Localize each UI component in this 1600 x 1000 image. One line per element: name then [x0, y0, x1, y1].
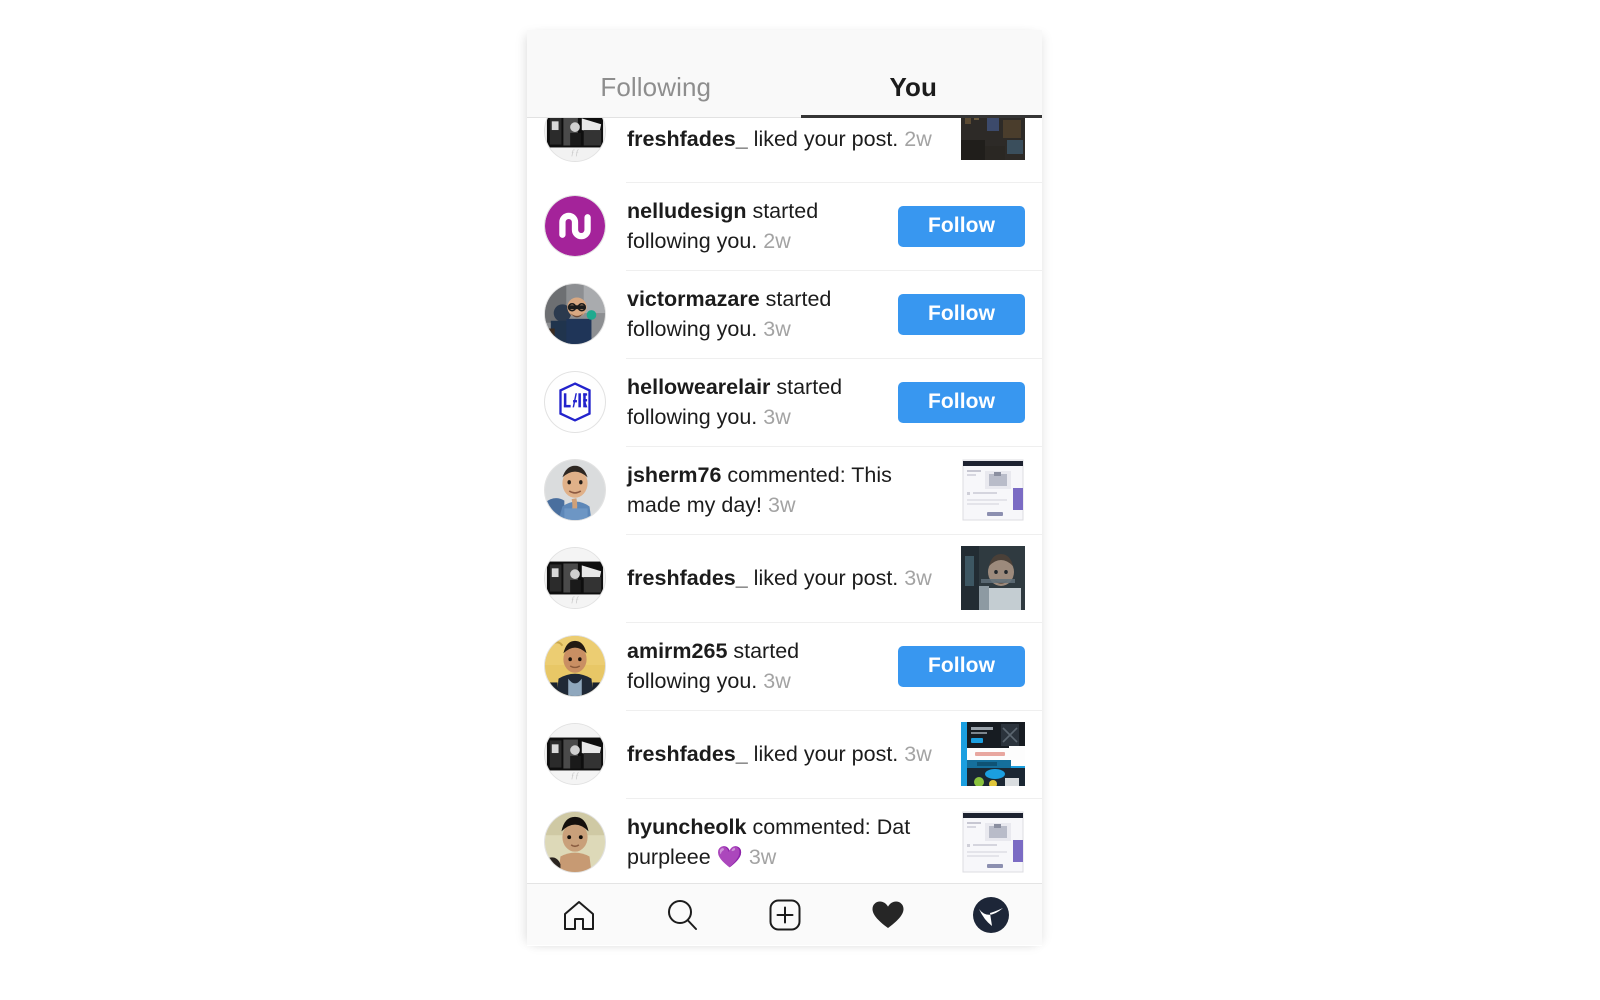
timestamp: 3w: [748, 844, 777, 869]
username[interactable]: victormazare: [627, 287, 760, 311]
list-item-text: freshfades_ liked your post. 3w: [606, 739, 961, 769]
tab-following-label: Following: [600, 71, 712, 102]
svg-text:ƒƒ: ƒƒ: [571, 147, 580, 157]
username[interactable]: hellowearelair: [627, 375, 770, 399]
plus-square-icon: [768, 898, 802, 932]
action-text: liked your post.: [747, 742, 899, 766]
username[interactable]: hyuncheolk: [627, 815, 746, 839]
list-item[interactable]: victormazare started following you. 3w F…: [527, 270, 1042, 358]
timestamp: 3w: [763, 669, 791, 693]
avatar[interactable]: [544, 195, 606, 257]
username[interactable]: amirm265: [627, 639, 727, 663]
list-item[interactable]: amirm265 started following you. 3w Follo…: [527, 622, 1042, 710]
timestamp: 2w: [763, 229, 791, 253]
post-thumbnail[interactable]: [961, 458, 1025, 522]
avatar[interactable]: ƒƒ: [544, 547, 606, 609]
list-item-text: amirm265 started following you. 3w: [606, 636, 898, 696]
tab-you[interactable]: You: [785, 30, 1043, 118]
nav-home[interactable]: [527, 884, 630, 945]
avatar[interactable]: [544, 283, 606, 345]
list-item-text: victormazare started following you. 3w: [606, 284, 898, 344]
activity-feed[interactable]: ƒƒ freshfades_ liked your post. 2w nellu…: [527, 118, 1042, 883]
home-icon: [562, 898, 596, 932]
list-item[interactable]: ƒƒ freshfades_ liked your post. 2w: [527, 118, 1042, 182]
activity-tab-bar: Following You: [527, 30, 1042, 118]
follow-button[interactable]: Follow: [898, 293, 1025, 335]
list-item-text: freshfades_ liked your post. 3w: [606, 563, 961, 593]
avatar[interactable]: [544, 459, 606, 521]
username[interactable]: freshfades_: [627, 127, 748, 151]
heart-icon: [871, 898, 905, 932]
tab-you-label: You: [889, 71, 937, 102]
avatar[interactable]: ƒƒ: [544, 118, 606, 162]
list-item[interactable]: jsherm76 commented: This made my day! 3w: [527, 446, 1042, 534]
post-thumbnail[interactable]: [961, 118, 1025, 160]
tab-following[interactable]: Following: [527, 30, 785, 118]
svg-text:ƒƒ: ƒƒ: [571, 770, 580, 780]
action-text: liked your post.: [747, 566, 899, 590]
username[interactable]: nelludesign: [627, 199, 746, 223]
follow-button[interactable]: Follow: [898, 645, 1025, 687]
nav-profile[interactable]: [939, 884, 1042, 945]
post-thumbnail[interactable]: [961, 810, 1025, 874]
purple-heart-emoji: 💜: [716, 845, 743, 869]
bottom-navigation-bar: [527, 883, 1042, 945]
timestamp: 3w: [904, 742, 932, 766]
list-item-text: jsherm76 commented: This made my day! 3w: [606, 460, 961, 520]
list-item[interactable]: hellowearelair started following you. 3w…: [527, 358, 1042, 446]
avatar[interactable]: [544, 371, 606, 433]
post-thumbnail[interactable]: [961, 546, 1025, 610]
timestamp: 3w: [763, 317, 791, 341]
timestamp: 3w: [763, 405, 791, 429]
username[interactable]: freshfades_: [627, 566, 748, 590]
avatar-icon: [972, 896, 1009, 933]
action-text: liked your post.: [747, 127, 899, 151]
nav-activity[interactable]: [836, 884, 939, 945]
follow-button[interactable]: Follow: [898, 205, 1025, 247]
username[interactable]: freshfades_: [627, 742, 748, 766]
list-item-text: freshfades_ liked your post. 2w: [606, 118, 961, 154]
timestamp: 3w: [768, 493, 796, 517]
list-item-text: nelludesign started following you. 2w: [606, 196, 898, 256]
list-item[interactable]: nelludesign started following you. 2w Fo…: [527, 182, 1042, 270]
avatar[interactable]: [544, 811, 606, 873]
follow-button[interactable]: Follow: [898, 381, 1025, 423]
phone-screen: Following You ƒƒ freshfades_ liked your …: [527, 30, 1042, 946]
avatar[interactable]: ƒƒ: [544, 723, 606, 785]
list-item-text: hellowearelair started following you. 3w: [606, 372, 898, 432]
list-item[interactable]: ƒƒ freshfades_ liked your post. 3w: [527, 534, 1042, 622]
avatar[interactable]: [544, 635, 606, 697]
search-icon: [665, 898, 699, 932]
post-thumbnail[interactable]: [961, 722, 1025, 786]
username[interactable]: jsherm76: [627, 463, 721, 487]
list-item[interactable]: hyuncheolk commented: Dat purpleee 💜 3w: [527, 798, 1042, 883]
timestamp: 3w: [904, 566, 932, 590]
list-item[interactable]: ƒƒ freshfades_ liked your post. 3w: [527, 710, 1042, 798]
list-item-text: hyuncheolk commented: Dat purpleee 💜 3w: [606, 812, 961, 873]
timestamp: 2w: [904, 127, 932, 151]
nav-add-post[interactable]: [733, 884, 836, 945]
nav-search[interactable]: [630, 884, 733, 945]
svg-text:ƒƒ: ƒƒ: [571, 594, 580, 604]
